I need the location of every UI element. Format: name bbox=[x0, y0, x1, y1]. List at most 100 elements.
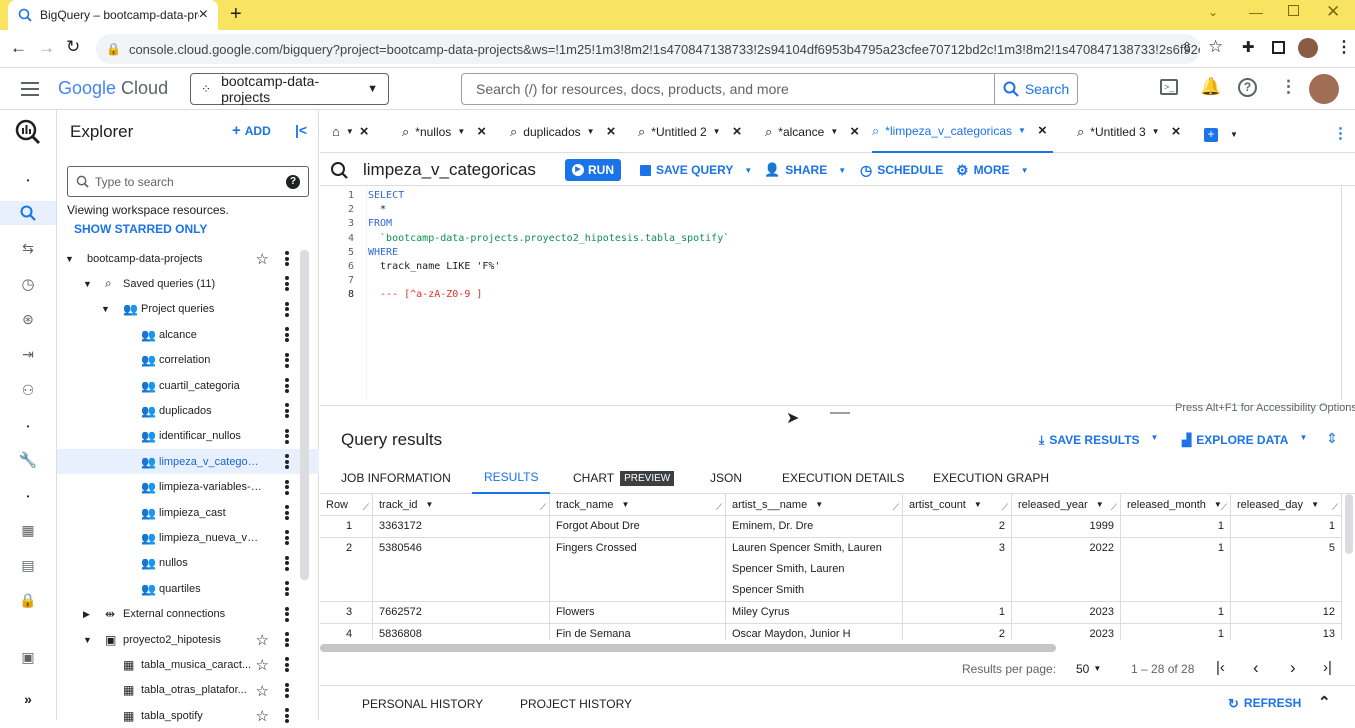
settings-menu-icon[interactable]: ⋮ bbox=[1280, 77, 1297, 97]
expand-caret-down-icon[interactable]: ▼ bbox=[65, 254, 74, 264]
more-actions-icon[interactable] bbox=[285, 428, 289, 444]
resource-search[interactable]: Search (/) for resources, docs, products… bbox=[461, 73, 1078, 105]
more-actions-icon[interactable] bbox=[285, 581, 289, 597]
column-header[interactable]: artist_count ▼ ⟋ bbox=[903, 494, 1012, 516]
query-tab[interactable]: ⌕ *limpeza_v_categoricas ▼ × bbox=[872, 110, 1053, 153]
column-header[interactable]: artist_s__name ▼ ⟋ bbox=[726, 494, 903, 516]
maximize-icon[interactable] bbox=[1288, 5, 1299, 16]
expand-caret-right-icon[interactable]: ▶ bbox=[83, 609, 90, 620]
close-tab-icon[interactable]: × bbox=[1038, 122, 1047, 139]
back-icon[interactable]: ← bbox=[10, 38, 27, 58]
save-results-button[interactable]: ⤓ SAVE RESULTS ▼ bbox=[1039, 433, 1158, 448]
more-actions-icon[interactable] bbox=[285, 530, 289, 546]
close-tab-icon[interactable]: × bbox=[733, 123, 742, 140]
result-tab[interactable]: RESULTS bbox=[472, 462, 551, 494]
more-actions-icon[interactable] bbox=[285, 479, 289, 495]
more-button[interactable]: ⚙ MORE ▼ bbox=[956, 159, 1028, 181]
column-header[interactable]: released_year ▼ ⟋ bbox=[1012, 494, 1121, 516]
dataform-icon[interactable]: ⇥ bbox=[16, 342, 40, 366]
result-tab[interactable]: CHART PREVIEW bbox=[573, 462, 675, 494]
google-cloud-logo[interactable]: Google Cloud bbox=[58, 78, 168, 99]
policy-tags-icon[interactable]: 🔒 bbox=[16, 588, 40, 612]
caret-down-icon[interactable]: ▼ bbox=[713, 127, 721, 136]
refresh-button[interactable]: ↻ REFRESH bbox=[1228, 696, 1301, 712]
previous-page-icon[interactable]: ‹ bbox=[1253, 658, 1259, 678]
capacity-icon[interactable]: ▤ bbox=[16, 553, 40, 577]
tree-item[interactable]: 👥 quartiles bbox=[57, 576, 319, 601]
partner-center-icon[interactable]: ⚇ bbox=[16, 378, 40, 402]
explorer-scrollbar[interactable] bbox=[300, 250, 309, 580]
close-tab-icon[interactable]: × bbox=[477, 123, 486, 140]
more-actions-icon[interactable] bbox=[285, 708, 289, 724]
close-tab-icon[interactable]: × bbox=[607, 123, 616, 140]
sql-editor[interactable]: 1 SELECT 2 * 3 FROM 4 `bootcamp-data-projects… bbox=[320, 186, 1355, 414]
run-button[interactable]: ▶ RUN bbox=[565, 159, 621, 181]
tree-item[interactable]: 👥 limpieza-variables-nu... bbox=[57, 475, 319, 500]
star-icon[interactable]: ☆ bbox=[256, 707, 269, 725]
help-icon[interactable]: ? bbox=[1238, 78, 1257, 97]
resize-column-icon[interactable]: ⟋ bbox=[540, 502, 546, 513]
chrome-menu-icon[interactable]: ⋮ bbox=[1336, 37, 1352, 57]
more-actions-icon[interactable] bbox=[285, 327, 289, 343]
site-info-icon[interactable]: 🔒 bbox=[106, 42, 121, 56]
expand-caret-down-icon[interactable]: ▼ bbox=[83, 279, 92, 289]
query-tab[interactable]: ⌕ *nullos ▼ × bbox=[402, 110, 492, 153]
caret-down-icon[interactable]: ▼ bbox=[457, 127, 465, 136]
tree-item[interactable]: ▦ tabla_otras_platafor... ☆ bbox=[57, 678, 319, 703]
explore-data-button[interactable]: ▟ EXPLORE DATA ▼ bbox=[1182, 433, 1307, 447]
collapse-rail-icon[interactable]: » bbox=[16, 687, 40, 711]
results-per-page-select[interactable]: 50 ▼ bbox=[1076, 662, 1101, 676]
search-input[interactable]: Search (/) for resources, docs, products… bbox=[462, 81, 789, 97]
more-actions-icon[interactable] bbox=[285, 505, 289, 520]
schedule-button[interactable]: ◷ SCHEDULE bbox=[860, 159, 943, 181]
expand-caret-down-icon[interactable]: ▼ bbox=[101, 304, 110, 314]
more-actions-icon[interactable] bbox=[285, 251, 289, 266]
tree-item[interactable]: ▦ tabla_spotify ☆ bbox=[57, 703, 319, 728]
more-actions-icon[interactable] bbox=[285, 352, 289, 368]
tree-item[interactable]: ▼ ⌕ Saved queries (11) bbox=[57, 271, 319, 296]
last-page-icon[interactable]: ›| bbox=[1323, 659, 1332, 676]
share-button[interactable]: 👤 SHARE ▼ bbox=[764, 159, 846, 181]
tree-item[interactable]: ▦ tabla_musica_caract... ☆ bbox=[57, 652, 319, 677]
column-header[interactable]: released_month ▼ ⟋ bbox=[1121, 494, 1231, 516]
resize-column-icon[interactable]: ⟋ bbox=[716, 502, 722, 513]
close-tab-icon[interactable]: × bbox=[850, 123, 859, 140]
caret-down-icon[interactable]: ▼ bbox=[1152, 127, 1160, 136]
caret-down-icon[interactable]: ▼ bbox=[830, 127, 838, 136]
result-tab[interactable]: JOB INFORMATION bbox=[341, 462, 451, 494]
reload-icon[interactable]: ↻ bbox=[66, 37, 80, 57]
result-tab[interactable]: EXECUTION GRAPH bbox=[933, 462, 1049, 494]
more-actions-icon[interactable] bbox=[285, 378, 289, 393]
search-button[interactable]: Search bbox=[994, 74, 1077, 104]
resize-column-icon[interactable]: ⟋ bbox=[1002, 502, 1008, 513]
tree-item[interactable]: 👥 identificar_nullos bbox=[57, 424, 319, 449]
account-avatar[interactable] bbox=[1309, 74, 1339, 104]
url-bar[interactable]: 🔒 console.cloud.google.com/bigquery?proj… bbox=[96, 34, 1200, 64]
more-actions-icon[interactable] bbox=[285, 555, 289, 571]
scheduled-queries-icon[interactable]: ◷ bbox=[16, 272, 40, 296]
star-icon[interactable]: ☆ bbox=[256, 250, 269, 268]
resize-column-icon[interactable]: ⟋ bbox=[363, 502, 369, 513]
column-header[interactable]: track_id ▼ ⟋ bbox=[373, 494, 550, 516]
personal-history-tab[interactable]: PERSONAL HISTORY bbox=[362, 697, 483, 711]
sql-workspace-icon[interactable] bbox=[0, 201, 56, 225]
monitoring-icon[interactable]: ▦ bbox=[16, 518, 40, 542]
close-tab-icon[interactable]: × bbox=[360, 123, 369, 140]
column-header[interactable]: released_day ▼ ⟋ bbox=[1231, 494, 1342, 516]
grid-h-scrollbar[interactable] bbox=[320, 644, 1056, 652]
tree-item[interactable]: 👥limpieza_nueva_varia... bbox=[57, 525, 319, 550]
tree-item[interactable]: 👥 alcance bbox=[57, 322, 319, 347]
column-header[interactable]: track_name ▼ ⟋ bbox=[550, 494, 726, 516]
bigquery-logo-icon[interactable] bbox=[14, 118, 42, 146]
grid-v-scrollbar[interactable] bbox=[1345, 494, 1353, 554]
panel-menu-icon[interactable]: ⋮ bbox=[1333, 124, 1348, 142]
more-actions-icon[interactable] bbox=[285, 606, 289, 622]
settings-wrench-icon[interactable]: 🔧 bbox=[16, 448, 40, 472]
sort-caret-icon[interactable]: ▼ bbox=[1096, 500, 1104, 509]
tree-item[interactable]: 👥 correlation bbox=[57, 348, 319, 373]
help-icon[interactable]: ? bbox=[286, 174, 300, 189]
chevron-up-icon[interactable]: ⌃ bbox=[1318, 693, 1331, 711]
more-actions-icon[interactable] bbox=[285, 657, 289, 673]
more-actions-icon[interactable] bbox=[285, 682, 289, 698]
result-tab[interactable]: JSON bbox=[710, 462, 742, 494]
